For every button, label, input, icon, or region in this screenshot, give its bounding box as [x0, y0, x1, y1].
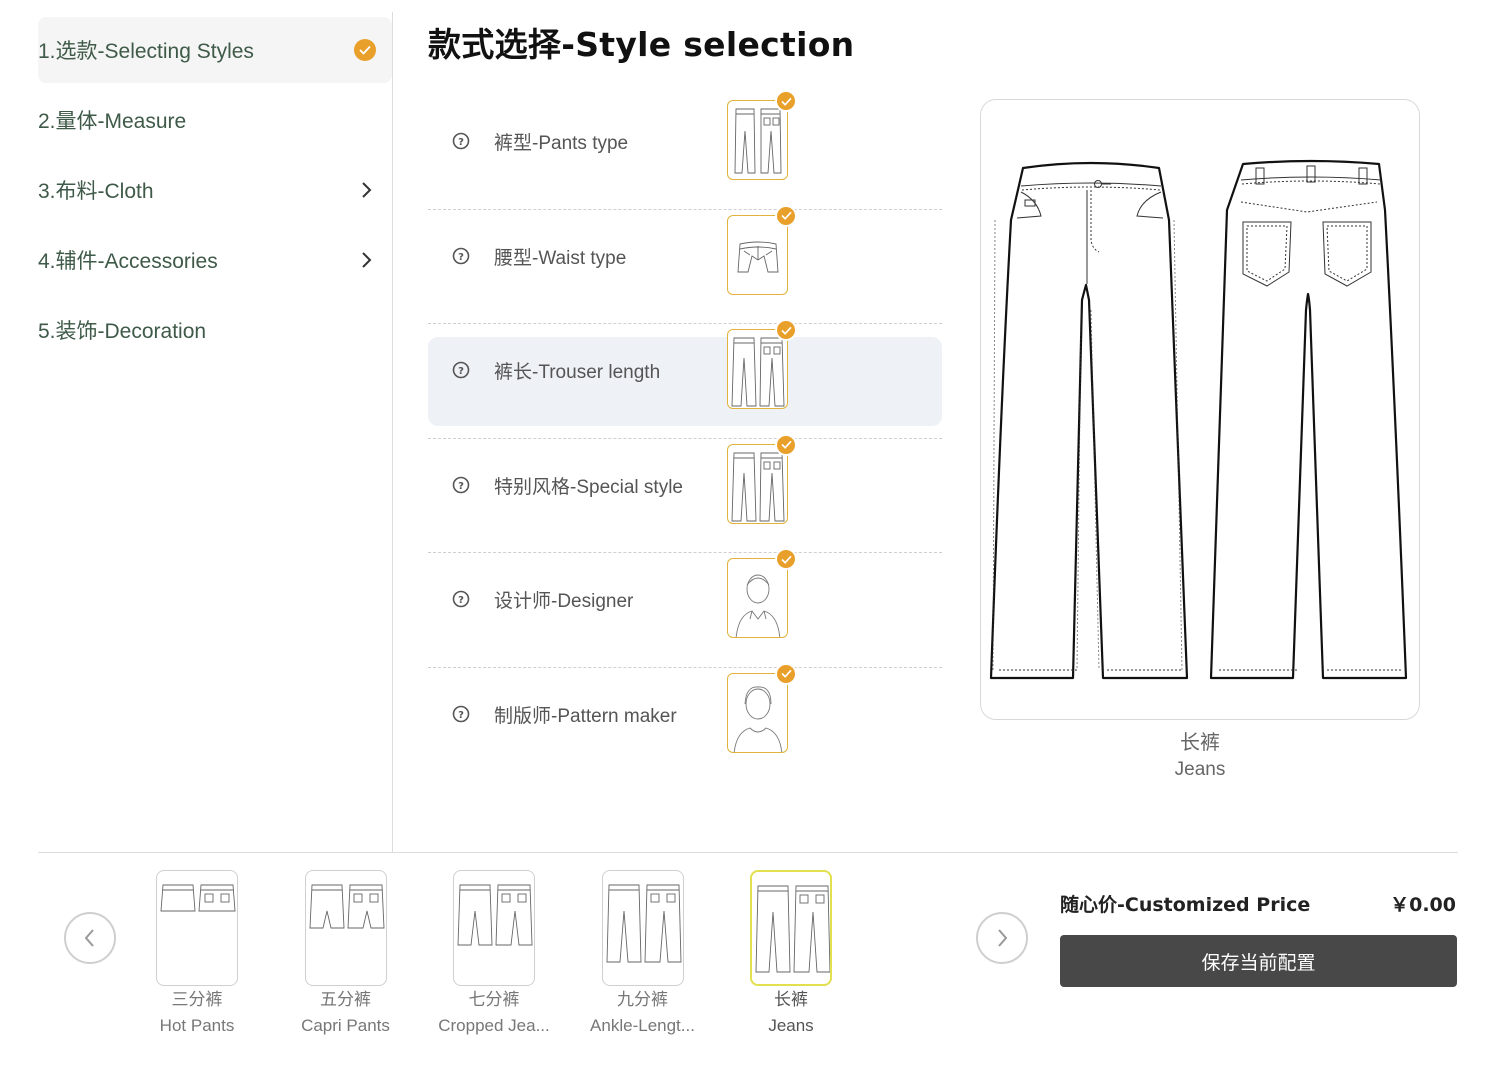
- price-value: ￥0.00: [1390, 894, 1456, 916]
- sidebar-item-label: 1.选款-Selecting Styles: [38, 40, 254, 63]
- carousel-item-name-zh: 三分裤: [171, 990, 223, 1009]
- pants-length-thumbnail[interactable]: [601, 870, 684, 986]
- save-config-button[interactable]: 保存当前配置: [1060, 935, 1457, 987]
- chevron-right-icon: [998, 929, 1008, 947]
- style-options-list: ? 裤型-Pants type ? 腰型-Waist type ? 裤长-Tro…: [428, 90, 942, 783]
- svg-text:?: ?: [458, 710, 464, 721]
- chevron-right-icon: [362, 252, 372, 268]
- option-label: 腰型-Waist type: [494, 247, 627, 269]
- option-special-style[interactable]: ? 特别风格-Special style: [428, 433, 942, 553]
- carousel-item[interactable]: 长裤 Jeans: [726, 870, 856, 1041]
- carousel-item[interactable]: 七分裤 Cropped Jea...: [429, 870, 559, 1041]
- carousel-prev-button[interactable]: [64, 912, 116, 964]
- help-icon[interactable]: ?: [452, 705, 470, 723]
- pants-type-thumbnail[interactable]: [727, 100, 788, 180]
- sidebar-item-cloth[interactable]: 3.布料-Cloth: [38, 157, 392, 223]
- sidebar-item-decoration[interactable]: 5.装饰-Decoration: [38, 297, 392, 363]
- trouser-length-thumbnail[interactable]: [727, 329, 788, 409]
- sidebar-item-label: 2.量体-Measure: [38, 110, 187, 133]
- option-label: 设计师-Designer: [494, 591, 634, 612]
- carousel-item-name-en: Ankle-Lengt...: [590, 1016, 695, 1035]
- option-label: 裤型-Pants type: [494, 133, 629, 154]
- check-icon: [775, 204, 797, 227]
- carousel-item-name-zh: 七分裤: [468, 990, 520, 1009]
- waist-type-thumbnail[interactable]: [727, 214, 788, 295]
- carousel-item-name-en: Cropped Jea...: [438, 1016, 550, 1035]
- option-label: 裤长-Trouser length: [494, 362, 661, 383]
- svg-text:?: ?: [458, 137, 464, 148]
- option-label: 制版师-Pattern maker: [494, 705, 677, 727]
- page-title: 款式选择-Style selection: [428, 25, 855, 64]
- carousel-next-button[interactable]: [976, 912, 1028, 964]
- help-icon[interactable]: ?: [452, 132, 470, 150]
- carousel-item-name-zh: 长裤: [774, 990, 808, 1009]
- option-pants-type[interactable]: ? 裤型-Pants type: [428, 90, 942, 210]
- price-label: 随心价-Customized Price: [1060, 894, 1311, 916]
- help-icon[interactable]: ?: [452, 361, 470, 379]
- option-trouser-length[interactable]: ? 裤长-Trouser length: [428, 319, 942, 439]
- horizontal-divider: [38, 852, 1458, 853]
- sidebar-item-selecting-styles[interactable]: 1.选款-Selecting Styles: [38, 17, 392, 83]
- carousel-item-name-en: Jeans: [768, 1016, 814, 1035]
- preview-name-en: Jeans: [1174, 759, 1226, 780]
- check-icon: [775, 433, 797, 456]
- carousel-item-name-en: Hot Pants: [159, 1016, 235, 1035]
- sidebar-item-measure[interactable]: 2.量体-Measure: [38, 87, 392, 153]
- pants-length-thumbnail[interactable]: [750, 870, 832, 986]
- check-icon: [775, 90, 797, 112]
- carousel-item-name-zh: 九分裤: [617, 990, 668, 1009]
- carousel-item[interactable]: 三分裤 Hot Pants: [132, 870, 262, 1041]
- special-style-thumbnail[interactable]: [727, 443, 788, 524]
- svg-text:?: ?: [458, 481, 464, 492]
- carousel-item-name-zh: 五分裤: [320, 990, 371, 1009]
- carousel-item-name-en: Capri Pants: [301, 1016, 390, 1035]
- sidebar-item-accessories[interactable]: 4.辅件-Accessories: [38, 227, 392, 293]
- step-sidebar: 1.选款-Selecting Styles 2.量体-Measure 3.布料-…: [38, 17, 392, 367]
- check-icon: [775, 548, 797, 570]
- option-waist-type[interactable]: ? 腰型-Waist type: [428, 204, 942, 324]
- pants-preview-panel: [980, 99, 1420, 720]
- pants-length-thumbnail[interactable]: [156, 870, 238, 986]
- carousel-item[interactable]: 九分裤 Ankle-Lengt...: [578, 870, 708, 1041]
- pants-length-thumbnail[interactable]: [304, 870, 387, 986]
- option-designer[interactable]: ? 设计师-Designer: [428, 548, 942, 668]
- check-icon: [775, 319, 797, 341]
- preview-name-zh: 长裤: [1180, 732, 1220, 754]
- sidebar-item-label: 5.装饰-Decoration: [38, 320, 207, 343]
- help-icon[interactable]: ?: [452, 476, 470, 494]
- help-icon[interactable]: ?: [452, 247, 470, 265]
- option-pattern-maker[interactable]: ? 制版师-Pattern maker: [428, 662, 942, 783]
- carousel-item[interactable]: 五分裤 Capri Pants: [281, 870, 411, 1041]
- sidebar-item-label: 3.布料-Cloth: [38, 180, 154, 203]
- check-icon: [775, 662, 797, 685]
- pants-length-thumbnail[interactable]: [453, 870, 535, 986]
- sidebar-item-label: 4.辅件-Accessories: [38, 250, 218, 273]
- svg-text:?: ?: [458, 252, 464, 263]
- pattern-maker-avatar[interactable]: [727, 672, 788, 753]
- check-icon: [354, 39, 376, 61]
- chevron-left-icon: [84, 929, 94, 947]
- jeans-preview-illustration: [989, 159, 1408, 680]
- designer-avatar[interactable]: [727, 558, 788, 638]
- help-icon[interactable]: ?: [452, 590, 470, 608]
- svg-text:?: ?: [458, 366, 464, 377]
- chevron-right-icon: [362, 182, 372, 198]
- svg-text:?: ?: [458, 595, 464, 606]
- vertical-divider: [392, 12, 393, 852]
- option-label: 特别风格-Special style: [494, 476, 683, 498]
